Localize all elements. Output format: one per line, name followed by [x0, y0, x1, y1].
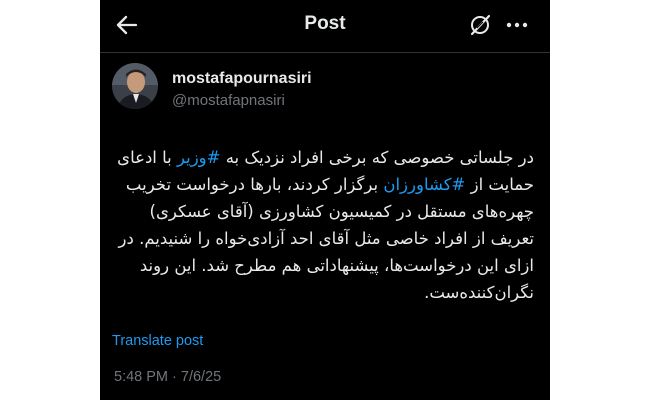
post-screen: Post mostafapournasiri @mostafapnasiri د… — [100, 0, 550, 400]
grok-icon[interactable] — [468, 13, 492, 37]
hashtag-link[interactable]: #وزیر — [177, 148, 220, 167]
author-name[interactable]: mostafapournasiri — [172, 70, 312, 88]
avatar[interactable] — [112, 63, 158, 109]
header-divider — [100, 52, 550, 53]
post-text-segment: برگزار کردند، بارها درخواست تخریب چهره‌ه… — [118, 175, 534, 302]
translate-post-link[interactable]: Translate post — [112, 333, 203, 349]
top-bar: Post — [100, 0, 550, 50]
author-handle[interactable]: @mostafapnasiri — [172, 92, 285, 109]
post-text: در جلساتی خصوصی که برخی افراد نزدیک به #… — [114, 144, 534, 306]
more-horizontal-icon[interactable] — [505, 13, 529, 37]
post-text-segment: در جلساتی خصوصی که برخی افراد نزدیک به — [220, 148, 534, 167]
post-timestamp: 5:48 PM · 7/6/25 — [114, 369, 222, 385]
hashtag-link[interactable]: #کشاورزان — [383, 175, 465, 194]
